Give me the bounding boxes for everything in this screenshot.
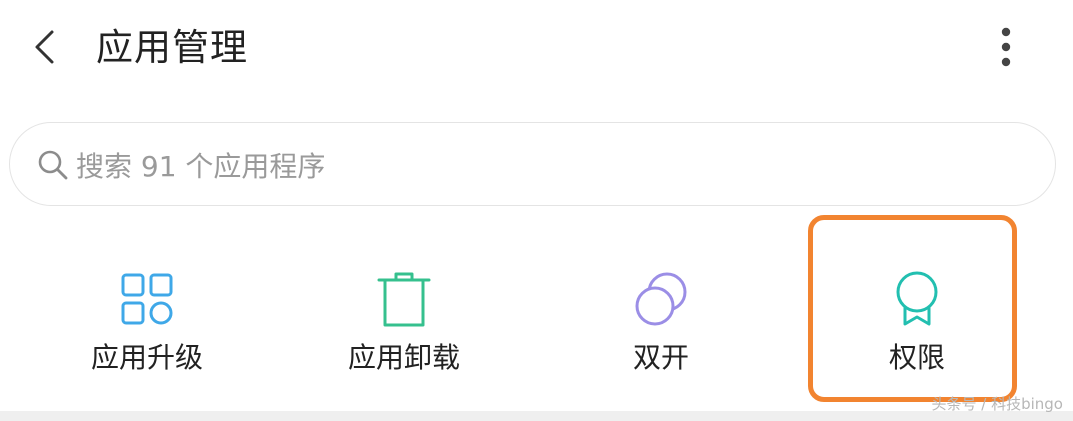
- double-circle-icon: [635, 272, 687, 326]
- more-vertical-icon: [1001, 27, 1011, 67]
- watermark: 头条号 / 科技bingo: [931, 395, 1064, 413]
- bottom-divider: [0, 411, 1073, 421]
- trash-icon: [377, 272, 431, 327]
- back-button[interactable]: [26, 22, 66, 72]
- page-title: 应用管理: [96, 26, 248, 69]
- chevron-left-icon: [35, 30, 54, 64]
- search-input[interactable]: [74, 143, 978, 189]
- more-options-button[interactable]: [988, 22, 1024, 72]
- app-uninstall-button[interactable]: 应用卸载: [304, 262, 504, 382]
- app-upgrade-button[interactable]: 应用升级: [47, 262, 247, 382]
- app-uninstall-label: 应用卸载: [347, 341, 460, 374]
- app-header: 应用管理: [0, 0, 1073, 100]
- search-bar[interactable]: [9, 122, 1056, 206]
- dual-apps-label: 双开: [632, 341, 689, 374]
- dual-apps-button[interactable]: 双开: [561, 262, 761, 382]
- permissions-label: 权限: [888, 341, 945, 374]
- permissions-button[interactable]: 权限: [817, 262, 1017, 382]
- award-badge-icon: [896, 271, 938, 326]
- app-upgrade-label: 应用升级: [90, 341, 203, 374]
- grid-apps-icon: [121, 273, 173, 325]
- search-icon: [38, 150, 68, 180]
